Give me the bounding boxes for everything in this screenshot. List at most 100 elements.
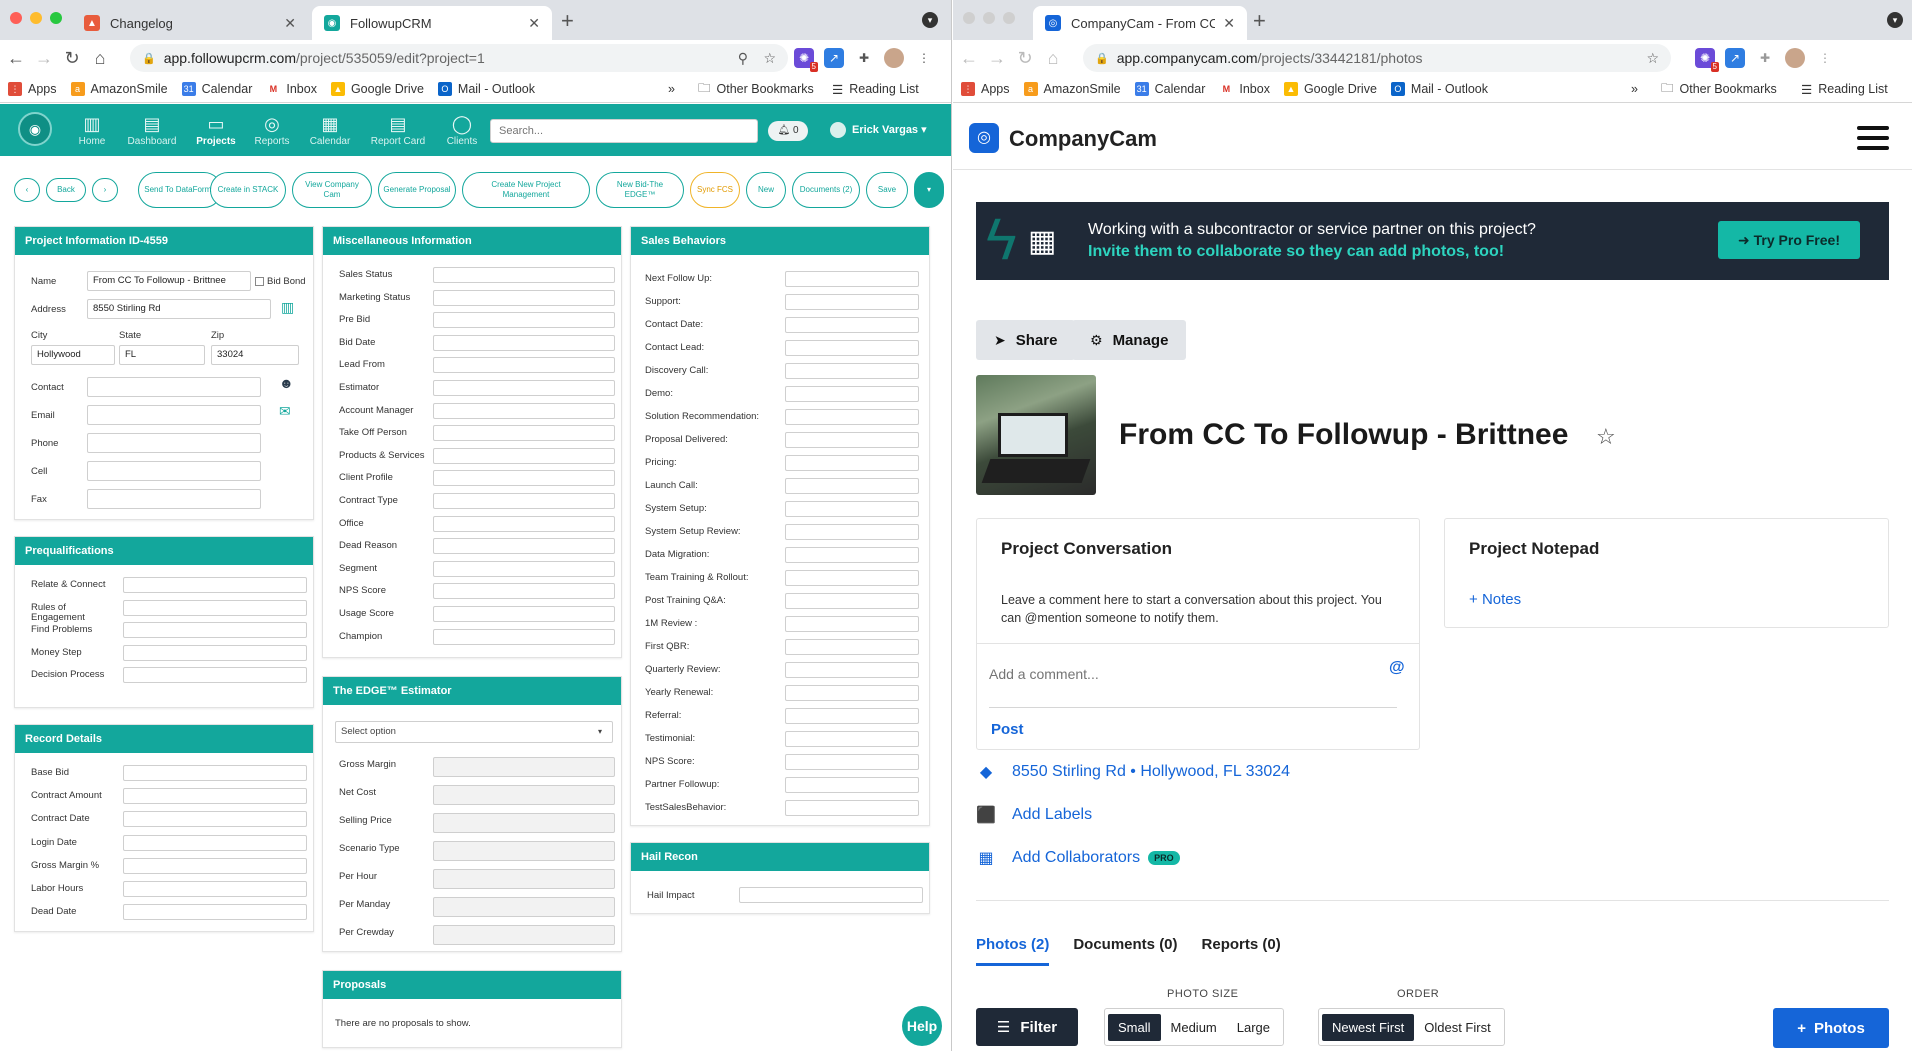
extension-arrow-icon[interactable]: ↗ xyxy=(1725,48,1745,68)
profile-avatar[interactable] xyxy=(1785,48,1805,68)
field-input[interactable] xyxy=(433,606,615,622)
nav-clients[interactable]: ◯ Clients xyxy=(432,112,492,147)
field-input[interactable] xyxy=(785,731,919,747)
zoom-icon[interactable]: ⚲ xyxy=(738,50,748,67)
create-project-management-button[interactable]: Create New Project Management xyxy=(462,172,590,208)
field-input[interactable] xyxy=(785,363,919,379)
user-menu[interactable]: Erick Vargas ▾ xyxy=(830,122,927,138)
add-labels-link[interactable]: ⬛ Add Labels xyxy=(976,805,1092,825)
field-input[interactable] xyxy=(785,524,919,540)
bookmark-calendar[interactable]: 31 Calendar xyxy=(181,82,252,96)
mention-at-icon[interactable]: @ xyxy=(1389,659,1405,677)
field-input[interactable] xyxy=(785,570,919,586)
email-field[interactable] xyxy=(87,405,261,425)
bookmark-mail-outlook[interactable]: O Mail - Outlook xyxy=(437,82,535,96)
field-input[interactable] xyxy=(123,644,307,661)
tab-documents[interactable]: Documents (0) xyxy=(1073,936,1177,966)
field-input[interactable] xyxy=(785,271,919,287)
new-tab-icon[interactable]: + xyxy=(1253,8,1266,34)
tab-reports[interactable]: Reports (0) xyxy=(1202,936,1281,966)
field-input[interactable] xyxy=(123,599,307,616)
generate-proposal-button[interactable]: Generate Proposal xyxy=(378,172,456,208)
tab-photos[interactable]: Photos (2) xyxy=(976,936,1050,966)
more-actions-dropdown[interactable]: ▾ xyxy=(914,172,944,208)
back-button[interactable]: Back xyxy=(46,178,86,202)
field-input[interactable] xyxy=(433,785,615,805)
hail-impact-field[interactable] xyxy=(739,887,923,903)
bookmark-mail-outlook[interactable]: O Mail - Outlook xyxy=(1390,82,1488,96)
tab-search-icon[interactable]: ▾ xyxy=(1887,12,1903,28)
reload-icon[interactable]: ↻ xyxy=(1011,48,1039,69)
field-input[interactable] xyxy=(433,869,615,889)
extension-arrow-icon[interactable]: ↗ xyxy=(824,48,844,68)
bookmark-star-icon[interactable]: ☆ xyxy=(1646,50,1659,67)
extensions-puzzle-icon[interactable]: ✚ xyxy=(1755,48,1775,68)
field-input[interactable] xyxy=(123,577,307,593)
add-photos-button[interactable]: + Photos xyxy=(1773,1008,1889,1048)
order-oldest-option[interactable]: Oldest First xyxy=(1414,1014,1500,1041)
field-input[interactable] xyxy=(123,834,307,851)
companycam-camera-icon[interactable]: ◎ xyxy=(969,123,999,153)
reading-list[interactable]: ☰ Reading List xyxy=(832,82,919,97)
nav-projects[interactable]: ▭ Projects xyxy=(186,112,246,147)
field-input[interactable] xyxy=(123,667,307,683)
new-bid-edge-button[interactable]: New Bid-The EDGE™ xyxy=(596,172,684,208)
create-in-stack-button[interactable]: Create in STACK xyxy=(210,172,286,208)
field-input[interactable] xyxy=(785,409,919,425)
other-bookmarks-folder[interactable]: 🗀 Other Bookmarks xyxy=(1661,79,1777,100)
state-field[interactable]: FL xyxy=(119,345,205,365)
minimize-window-button[interactable] xyxy=(30,12,42,24)
nav-report-card[interactable]: ▤ Report Card xyxy=(368,112,428,147)
close-window-button[interactable] xyxy=(963,12,975,24)
fax-field[interactable] xyxy=(87,489,261,509)
field-input[interactable] xyxy=(433,515,615,532)
field-input[interactable] xyxy=(785,432,919,448)
notifications-button[interactable]: 🔔︎ 0 xyxy=(768,121,808,141)
field-input[interactable] xyxy=(433,560,615,577)
field-input[interactable] xyxy=(433,538,615,555)
field-input[interactable] xyxy=(433,897,615,917)
new-button[interactable]: New xyxy=(746,172,786,208)
filter-button[interactable]: ☰ Filter xyxy=(976,1008,1078,1046)
extension-icon[interactable]: ✺ 5 xyxy=(794,48,818,72)
favorite-star-icon[interactable]: ☆ xyxy=(1596,424,1616,450)
field-input[interactable] xyxy=(433,425,615,442)
field-input[interactable] xyxy=(433,289,615,306)
new-tab-icon[interactable]: + xyxy=(561,8,574,34)
maximize-window-button[interactable] xyxy=(50,12,62,24)
try-pro-free-button[interactable]: ➜ Try Pro Free! xyxy=(1718,221,1860,259)
bookmark-calendar[interactable]: 31 Calendar xyxy=(1134,82,1205,96)
email-envelope-icon[interactable]: ✉ xyxy=(279,403,291,420)
map-icon[interactable]: ▥ xyxy=(281,299,294,316)
field-input[interactable] xyxy=(785,800,919,816)
field-input[interactable] xyxy=(785,662,919,678)
field-input[interactable] xyxy=(433,447,615,464)
browser-menu-icon[interactable]: ⋮ xyxy=(914,48,934,68)
hamburger-menu-icon[interactable] xyxy=(1857,126,1889,156)
field-input[interactable] xyxy=(433,470,615,487)
view-company-cam-button[interactable]: View Company Cam xyxy=(292,172,372,208)
comment-input[interactable] xyxy=(989,659,1389,689)
field-input[interactable] xyxy=(433,757,615,777)
field-input[interactable] xyxy=(433,380,615,396)
maximize-window-button[interactable] xyxy=(1003,12,1015,24)
field-input[interactable] xyxy=(785,294,919,310)
save-button[interactable]: Save xyxy=(866,172,908,208)
bookmark-amazonsmile[interactable]: a AmazonSmile xyxy=(1023,82,1121,96)
field-input[interactable] xyxy=(433,267,615,283)
bookmarks-overflow-icon[interactable]: » xyxy=(1631,82,1638,96)
bookmark-apps[interactable]: ⋮ Apps xyxy=(961,82,1010,96)
help-button[interactable]: Help xyxy=(902,1006,942,1046)
bookmark-apps[interactable]: ⋮ Apps xyxy=(8,82,57,96)
bookmark-inbox[interactable]: M Inbox xyxy=(1219,82,1270,96)
field-input[interactable] xyxy=(785,547,919,563)
field-input[interactable] xyxy=(785,501,919,517)
field-input[interactable] xyxy=(785,616,919,632)
field-input[interactable] xyxy=(123,765,307,781)
tab-followupcrm[interactable]: ◉ FollowupCRM ✕ xyxy=(312,6,552,40)
prev-project-button[interactable]: ‹ xyxy=(14,178,40,202)
reload-icon[interactable]: ↻ xyxy=(58,48,86,69)
field-input[interactable] xyxy=(785,777,919,793)
field-input[interactable] xyxy=(123,904,307,921)
zip-field[interactable]: 33024 xyxy=(211,345,299,365)
